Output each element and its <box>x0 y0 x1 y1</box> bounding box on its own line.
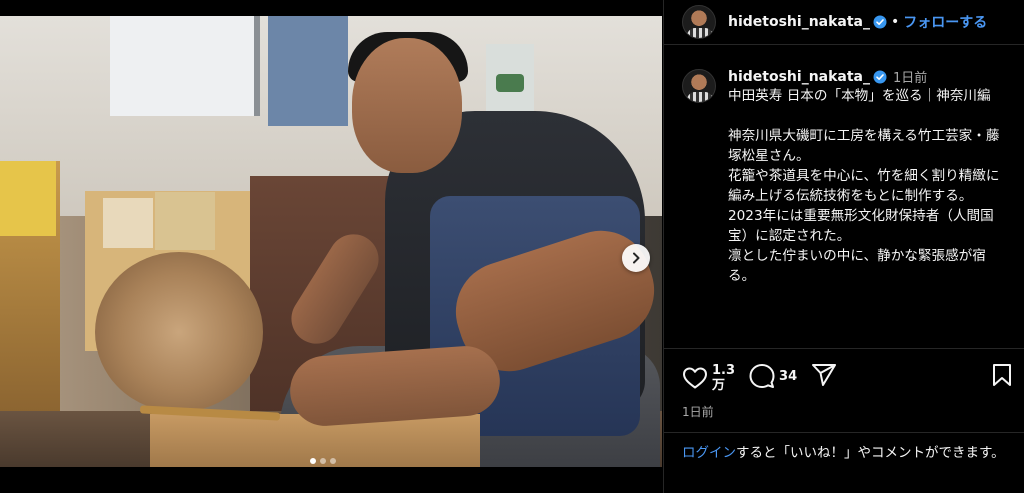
chevron-right-icon <box>633 252 640 264</box>
like-count-unit: 万 <box>712 378 726 393</box>
caption-header: hidetoshi_nakata_ 1日前 <box>728 67 1010 87</box>
bookmark-icon <box>993 364 1011 386</box>
image-window-blue <box>268 16 348 126</box>
action-row: 1.3 万 34 <box>682 363 1013 393</box>
post-header: hidetoshi_nakata_ • フォローする <box>664 0 1024 45</box>
heart-icon <box>683 367 707 389</box>
avatar[interactable] <box>682 69 716 103</box>
login-prompt: ログインすると「いいね！」やコメントができます。 <box>664 432 1024 463</box>
carousel-dot <box>330 458 336 464</box>
caption-text: 中田英寿 日本の「本物」を巡る｜神奈川編 神奈川県大磯町に工房を構える竹工芸家・… <box>728 86 1010 286</box>
image-poster <box>486 44 534 114</box>
header-separator: • <box>891 14 900 30</box>
login-prompt-text: すると「いいね！」やコメントができます。 <box>736 445 1005 461</box>
image-box <box>155 192 215 250</box>
image-log-stump <box>95 252 263 412</box>
carousel-next-button[interactable] <box>622 244 650 272</box>
save-button[interactable] <box>991 363 1013 391</box>
header-username[interactable]: hidetoshi_nakata_ <box>728 14 870 30</box>
share-button[interactable] <box>811 363 837 387</box>
comment-icon <box>749 364 775 388</box>
comment-button[interactable]: 34 <box>749 363 797 389</box>
caption-time[interactable]: 1日前 <box>893 67 927 86</box>
like-button[interactable]: 1.3 万 <box>682 363 735 393</box>
caption-line: 中田英寿 日本の「本物」を巡る｜神奈川編 <box>728 88 991 104</box>
follow-button[interactable]: フォローする <box>903 12 987 32</box>
carousel-dot <box>320 458 326 464</box>
post-image[interactable] <box>0 16 662 467</box>
avatar[interactable] <box>682 5 716 39</box>
caption-body: hidetoshi_nakata_ 1日前 中田英寿 日本の「本物」を巡る｜神奈… <box>728 67 1010 347</box>
caption-line: 花籠や茶道具を中心に、竹を細く割り精緻に編み上げる伝統技術をもとに制作する。 <box>728 168 1000 204</box>
caption-line: 凛とした佇まいの中に、静かな緊張感が宿る。 <box>728 248 986 284</box>
share-icon <box>812 364 837 386</box>
caption-username[interactable]: hidetoshi_nakata_ <box>728 69 870 85</box>
post-timestamp[interactable]: 1日前 <box>682 403 1013 420</box>
like-count-number: 1.3 <box>712 363 736 378</box>
login-link[interactable]: ログイン <box>682 445 736 461</box>
carousel-dot <box>310 458 316 464</box>
comment-count: 34 <box>779 368 798 384</box>
carousel-indicator <box>310 458 336 464</box>
image-box <box>103 198 153 248</box>
caption-line: 神奈川県大磯町に工房を構える竹工芸家・藤塚松星さん。 <box>728 128 1000 164</box>
image-window <box>110 16 260 116</box>
caption-block: hidetoshi_nakata_ 1日前 中田英寿 日本の「本物」を巡る｜神奈… <box>664 45 1024 347</box>
verified-badge-icon <box>873 15 887 29</box>
verified-badge-icon <box>873 70 887 84</box>
image-person-head <box>352 38 462 173</box>
like-count: 1.3 万 <box>712 363 735 393</box>
post-sidebar: hidetoshi_nakata_ • フォローする hidetoshi_nak… <box>663 0 1024 493</box>
action-bar: 1.3 万 34 1日前 <box>664 348 1024 420</box>
image-person-forearm <box>287 343 503 429</box>
caption-line: 2023年には重要無形文化財保持者（人間国宝）に認定された。 <box>728 208 994 244</box>
image-yellow-box <box>0 161 56 236</box>
